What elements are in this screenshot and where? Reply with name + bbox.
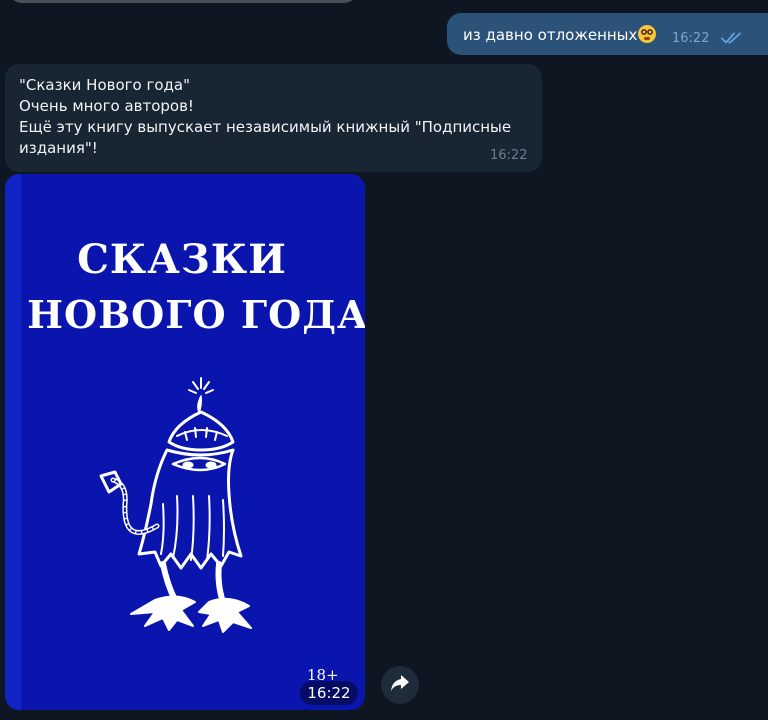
message-time: 16:22 [672, 31, 710, 46]
message-line: Очень много авторов! [19, 97, 194, 115]
forward-button[interactable] [381, 666, 419, 704]
forward-arrow-icon [390, 674, 410, 696]
message-line: "Сказки Нового года" [19, 76, 190, 94]
message-line: издания"! [19, 139, 98, 157]
previous-message-bubble [8, 0, 358, 3]
message-time: 16:22 [300, 681, 358, 705]
book-cover-photo[interactable]: Сказки Нового года [5, 174, 365, 710]
flushed-face-emoji [638, 25, 657, 43]
message-line: Ещё эту книгу выпускает независимый книж… [19, 118, 512, 136]
ghost-creature-illustration [99, 377, 252, 633]
message-text: из давно отложенных [463, 26, 638, 44]
message-time: 16:22 [490, 148, 528, 163]
outgoing-message[interactable]: из давно отложенных 16:22 [447, 13, 768, 55]
incoming-text-message[interactable]: "Сказки Нового года" Очень много авторов… [5, 64, 542, 172]
double-check-icon [721, 30, 743, 49]
